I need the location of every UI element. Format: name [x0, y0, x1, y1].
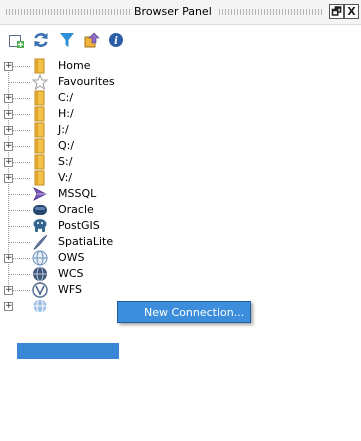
folder-icon — [34, 58, 45, 74]
tree-item-label: WFS — [58, 283, 82, 296]
expand-toggle[interactable]: + — [4, 302, 13, 311]
expand-toggle[interactable]: + — [4, 110, 13, 119]
oracle-icon — [33, 205, 47, 215]
tree-item-mssql[interactable]: MSSQL — [0, 186, 250, 202]
close-panel-button[interactable]: X — [344, 4, 359, 19]
tree-item-favourites[interactable]: Favourites — [0, 74, 250, 90]
selection-highlight — [17, 343, 119, 359]
tree-item-label: WCS — [58, 267, 84, 280]
drag-grip-left[interactable] — [6, 9, 130, 15]
tree-item-home[interactable]: + Home — [0, 58, 250, 74]
branch-line — [13, 66, 30, 67]
properties-icon[interactable]: i — [106, 30, 126, 50]
menu-item-new-connection[interactable]: New Connection... — [144, 306, 244, 319]
tree-item-label: SpatiaLite — [58, 235, 114, 248]
branch-line — [8, 226, 30, 227]
tree-item-drive-j[interactable]: + J:/ — [0, 122, 250, 138]
filter-icon[interactable] — [57, 30, 77, 50]
tree-item-label: PostGIS — [58, 219, 100, 232]
folder-icon — [34, 90, 45, 106]
branch-line — [13, 290, 30, 291]
branch-line — [8, 210, 30, 211]
star-icon — [32, 74, 48, 90]
spatialite-icon — [33, 234, 48, 250]
branch-line — [13, 98, 30, 99]
tree-item-label: Oracle — [58, 203, 94, 216]
tree-item-wfs[interactable]: + WFS — [0, 282, 250, 298]
collapse-all-icon[interactable] — [82, 30, 102, 50]
context-menu: New Connection... — [117, 301, 251, 323]
wcs-icon — [33, 266, 47, 282]
expand-toggle[interactable]: + — [4, 254, 13, 263]
branch-line — [13, 258, 30, 259]
tree-item-label: S:/ — [58, 155, 73, 168]
tree-item-drive-v[interactable]: + V:/ — [0, 170, 250, 186]
branch-line — [13, 130, 30, 131]
branch-line — [8, 82, 30, 83]
expand-toggle[interactable]: + — [4, 94, 13, 103]
svg-text:i: i — [114, 36, 118, 47]
expand-toggle[interactable]: + — [4, 174, 13, 183]
expand-toggle[interactable]: + — [4, 126, 13, 135]
branch-line — [13, 146, 30, 147]
tree-item-drive-h[interactable]: + H:/ — [0, 106, 250, 122]
tree-item-label: H:/ — [58, 107, 74, 120]
tree-item-label: V:/ — [58, 171, 73, 184]
refresh-icon[interactable] — [31, 30, 51, 50]
tree-item-drive-s[interactable]: + S:/ — [0, 154, 250, 170]
folder-icon — [34, 138, 45, 154]
drag-grip-right[interactable] — [219, 9, 323, 15]
ows-globe-icon — [32, 250, 48, 266]
tree-item-label: C:/ — [58, 91, 74, 104]
expand-toggle[interactable]: + — [4, 142, 13, 151]
tree-item-postgis[interactable]: PostGIS — [0, 218, 250, 234]
wfs-icon — [32, 282, 48, 298]
branch-line — [8, 194, 30, 195]
tree-item-wcs[interactable]: WCS — [0, 266, 250, 282]
tree-item-label: J:/ — [58, 123, 69, 136]
tree-item-label: Q:/ — [58, 139, 75, 152]
folder-icon — [34, 106, 45, 122]
tree-item-oracle[interactable]: Oracle — [0, 202, 250, 218]
branch-line — [13, 114, 30, 115]
mssql-icon — [33, 187, 47, 201]
add-layers-icon[interactable] — [6, 30, 26, 50]
tree-item-drive-c[interactable]: + C:/ — [0, 90, 250, 106]
branch-line — [8, 274, 30, 275]
float-panel-button[interactable]: 🗗 — [329, 4, 344, 19]
branch-line — [13, 178, 30, 179]
tree-item-ows[interactable]: + OWS — [0, 250, 250, 266]
panel-title: Browser Panel — [134, 5, 212, 18]
tree-item-drive-q[interactable]: + Q:/ — [0, 138, 250, 154]
browser-tree: + Home Favourites + C:/ + H:/ + J:/ + Q:… — [0, 54, 361, 441]
folder-icon — [34, 170, 45, 186]
expand-toggle[interactable]: + — [4, 158, 13, 167]
panel-titlebar[interactable]: Browser Panel 🗗 X — [0, 0, 361, 25]
tree-item-spatialite[interactable]: SpatiaLite — [0, 234, 250, 250]
folder-icon — [34, 122, 45, 138]
branch-line — [13, 162, 30, 163]
tree-item-label: WMS — [58, 299, 86, 312]
tree-item-label: OWS — [58, 251, 85, 264]
browser-toolbar: i — [0, 24, 361, 54]
branch-line — [8, 242, 30, 243]
folder-icon — [34, 154, 45, 170]
tree-item-label: MSSQL — [58, 187, 97, 200]
wms-icon — [32, 298, 48, 314]
browser-panel: Browser Panel 🗗 X i + Home Favourites + … — [0, 0, 361, 441]
expand-toggle[interactable]: + — [4, 286, 13, 295]
tree-item-label: Favourites — [58, 75, 115, 88]
expand-toggle[interactable]: + — [4, 62, 13, 71]
tree-item-label: Home — [58, 59, 91, 72]
postgis-icon — [33, 219, 47, 232]
